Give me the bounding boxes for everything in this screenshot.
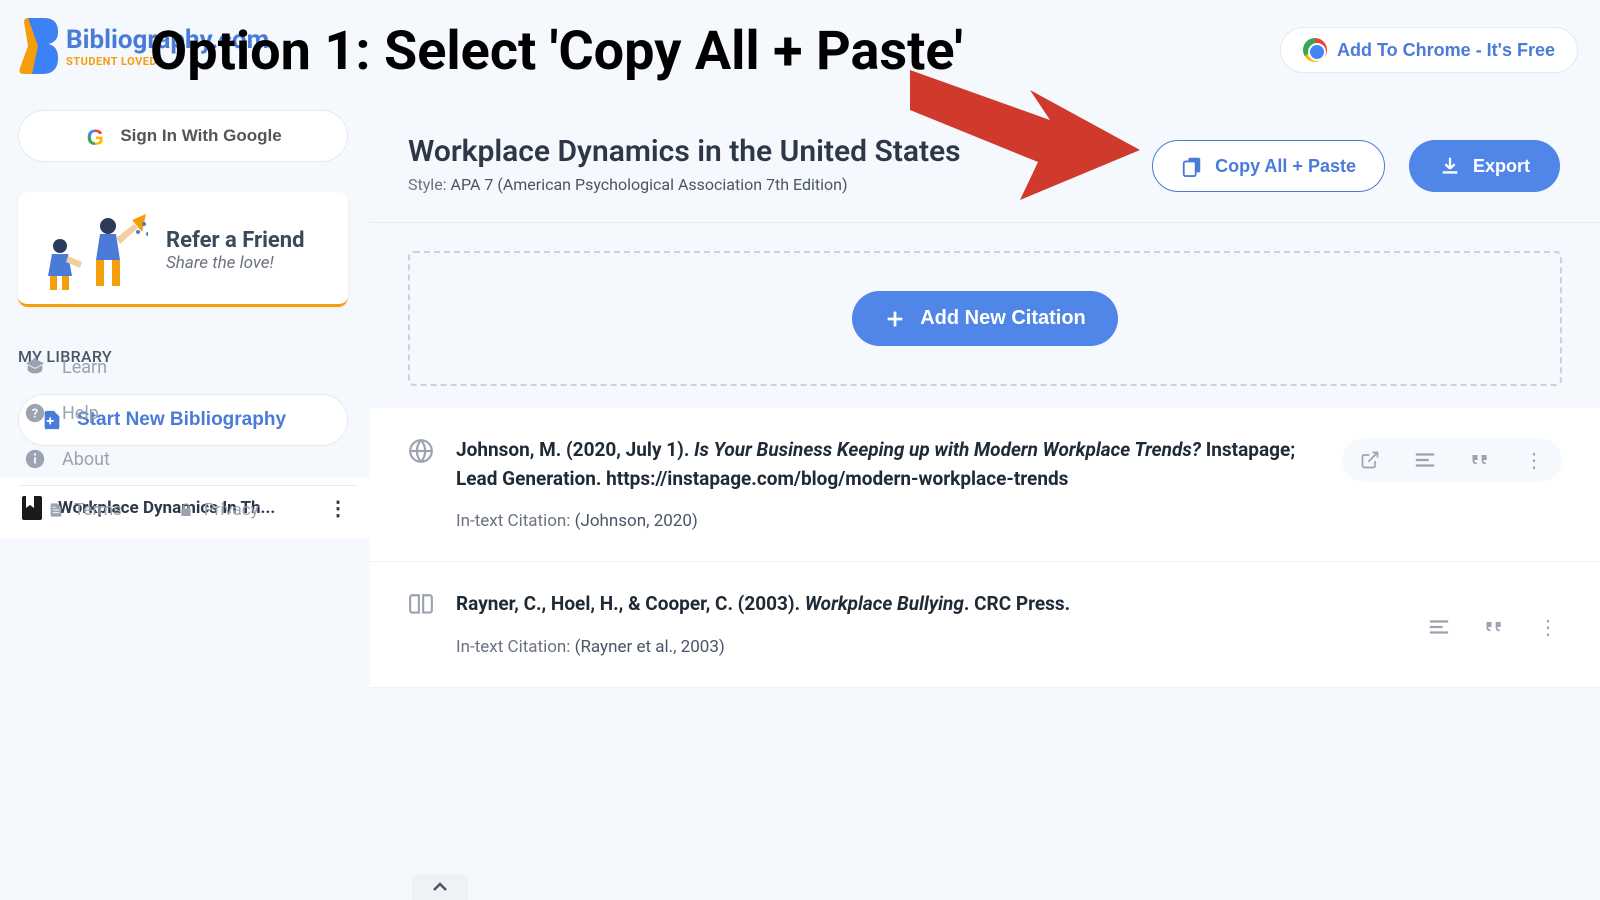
intext-value: (Johnson, 2020)	[575, 511, 698, 531]
lock-icon	[178, 501, 194, 519]
copy-label: Copy All + Paste	[1215, 156, 1356, 177]
citation-actions: ⋮	[1342, 438, 1562, 482]
citation-actions: ⋮	[1424, 598, 1562, 657]
style-label: Style:	[408, 175, 451, 194]
quote-button[interactable]	[1480, 613, 1508, 641]
instruction-overlay-text: Option 1: Select 'Copy All + Paste'	[150, 20, 963, 83]
info-icon	[24, 448, 46, 470]
refer-subtitle: Share the love!	[166, 253, 328, 273]
refer-friend-card[interactable]: Refer a Friend Share the love!	[18, 192, 348, 307]
google-icon: G	[84, 125, 106, 147]
learn-icon	[24, 356, 46, 378]
quote-icon	[1484, 617, 1504, 637]
quote-icon	[1470, 450, 1490, 470]
notes-button[interactable]	[1424, 613, 1454, 641]
nav-learn[interactable]: Learn	[18, 344, 348, 390]
footer-privacy-label: Privacy	[204, 500, 259, 520]
footer-terms-label: Terms	[74, 500, 122, 520]
citation-text: Rayner, C., Hoel, H., & Cooper, C. (2003…	[456, 590, 1402, 619]
sidebar: G Sign In With Google Refer a Friend Sha	[0, 110, 370, 538]
lines-icon	[1428, 617, 1450, 637]
citation-item: Rayner, C., Hoel, H., & Cooper, C. (2003…	[370, 562, 1600, 688]
nav-learn-label: Learn	[62, 357, 107, 378]
instruction-arrow-icon	[910, 70, 1140, 204]
plus-icon	[884, 308, 906, 330]
footer-privacy[interactable]: Privacy	[178, 500, 259, 520]
more-button[interactable]: ⋮	[1520, 444, 1548, 477]
citation-item: Johnson, M. (2020, July 1). Is Your Busi…	[370, 408, 1600, 562]
more-vert-icon: ⋮	[1524, 448, 1544, 473]
quote-button[interactable]	[1466, 446, 1494, 474]
more-vert-icon: ⋮	[1538, 615, 1558, 640]
book-icon	[408, 592, 434, 657]
svg-text:?: ?	[32, 407, 38, 422]
chrome-icon	[1303, 38, 1327, 62]
intext-value: (Rayner et al., 2003)	[575, 637, 725, 657]
sidebar-bottom-nav: Learn ? Help About	[18, 344, 348, 482]
add-citation-zone: Add New Citation	[408, 251, 1562, 386]
add-new-citation-button[interactable]: Add New Citation	[852, 291, 1118, 346]
notes-button[interactable]	[1410, 446, 1440, 474]
nav-about-label: About	[62, 449, 110, 470]
intext-label: In-text Citation:	[456, 637, 570, 657]
sign-in-google-button[interactable]: G Sign In With Google	[18, 110, 348, 162]
signin-label: Sign In With Google	[120, 126, 281, 146]
add-to-chrome-button[interactable]: Add To Chrome - It's Free	[1280, 27, 1578, 73]
citation-text: Johnson, M. (2020, July 1). Is Your Busi…	[456, 436, 1320, 493]
style-value: APA 7 (American Psychological Associatio…	[451, 175, 848, 194]
nav-help-label: Help	[62, 403, 99, 424]
add-label: Add New Citation	[920, 307, 1086, 330]
intext-citation: In-text Citation: (Rayner et al., 2003)	[456, 637, 1402, 657]
footer-terms[interactable]: Terms	[48, 500, 122, 520]
export-button[interactable]: Export	[1409, 140, 1560, 192]
more-button[interactable]: ⋮	[1534, 611, 1562, 644]
document-icon	[48, 501, 64, 519]
globe-icon	[408, 438, 434, 531]
nav-about[interactable]: About	[18, 436, 348, 482]
sidebar-footer-links: Terms Privacy	[18, 485, 358, 534]
lines-icon	[1414, 450, 1436, 470]
download-icon	[1439, 155, 1461, 177]
copy-all-paste-button[interactable]: Copy All + Paste	[1152, 140, 1385, 192]
refer-title: Refer a Friend	[166, 228, 328, 253]
logo-mark-icon	[18, 18, 58, 74]
main-content: Workplace Dynamics in the United States …	[370, 110, 1600, 900]
intext-label: In-text Citation:	[456, 511, 570, 531]
copy-icon	[1181, 155, 1203, 177]
chevron-up-icon	[432, 882, 448, 892]
help-icon: ?	[24, 402, 46, 424]
external-link-icon	[1360, 450, 1380, 470]
citation-list: Johnson, M. (2020, July 1). Is Your Busi…	[370, 408, 1600, 688]
chrome-cta-label: Add To Chrome - It's Free	[1337, 40, 1555, 61]
nav-help[interactable]: ? Help	[18, 390, 348, 436]
refer-illustration-icon	[38, 210, 148, 290]
open-link-button[interactable]	[1356, 446, 1384, 474]
intext-citation: In-text Citation: (Johnson, 2020)	[456, 511, 1320, 531]
export-label: Export	[1473, 156, 1530, 177]
expand-panel-tab[interactable]	[412, 874, 468, 900]
